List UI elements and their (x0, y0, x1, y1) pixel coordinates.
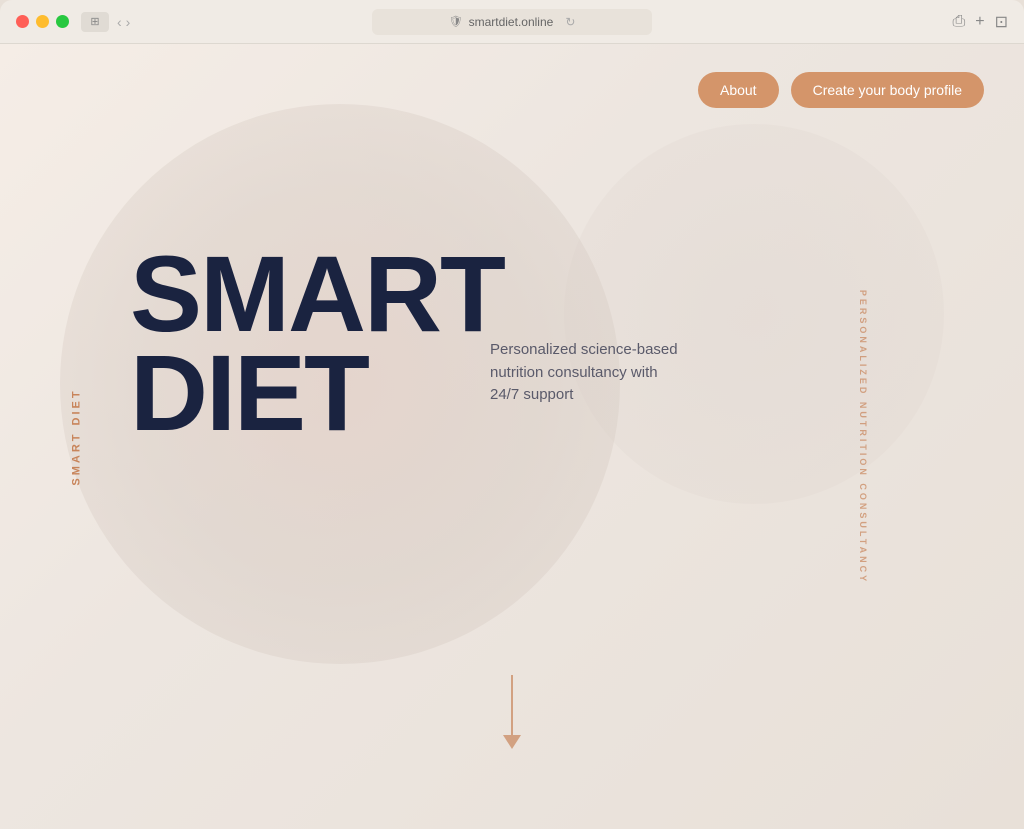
browser-controls: ⊞ (81, 12, 109, 32)
new-tab-icon[interactable]: + (975, 13, 984, 31)
hero-title: SMART DIET (130, 244, 504, 443)
arrow-head (503, 735, 521, 749)
back-arrow[interactable]: ‹ (117, 14, 122, 30)
create-profile-button[interactable]: Create your body profile (791, 72, 984, 108)
shield-icon: 🛡 (449, 15, 463, 28)
bg-circle-right (564, 124, 944, 504)
hero-title-line1: SMART (130, 244, 504, 343)
arrow-line (511, 675, 513, 735)
browser-chrome: ⊞ ‹ › 🛡 smartdiet.online ↻ ⎙ + ⊡ (0, 0, 1024, 44)
forward-arrow[interactable]: › (126, 14, 131, 30)
website-content: SMART DIET PERSONALIZED NUTRITION CONSUL… (0, 44, 1024, 829)
share-icon[interactable]: ⎙ (952, 13, 965, 31)
about-button[interactable]: About (698, 72, 779, 108)
address-bar[interactable]: 🛡 smartdiet.online ↻ (372, 9, 652, 35)
sidebar-label-right: PERSONALIZED NUTRITION CONSULTANCY (858, 289, 868, 583)
url-text: smartdiet.online (469, 15, 554, 29)
nav-arrows: ‹ › (117, 14, 130, 30)
hero-content: SMART DIET (130, 244, 504, 443)
traffic-light-red[interactable] (16, 15, 29, 28)
refresh-icon[interactable]: ↻ (565, 15, 575, 29)
browser-actions: ⎙ + ⊡ (952, 12, 1008, 32)
sidebar-label-left: SMART DIET (71, 388, 83, 485)
hero-title-line2: DIET (130, 343, 504, 442)
hero-subtitle: Personalized science-based nutrition con… (490, 339, 690, 407)
traffic-light-green[interactable] (56, 15, 69, 28)
scroll-arrow[interactable] (503, 675, 521, 749)
hero-subtitle-block: Personalized science-based nutrition con… (490, 339, 690, 407)
tabs-icon[interactable]: ⊡ (995, 12, 1008, 32)
nav-buttons: About Create your body profile (698, 72, 984, 108)
traffic-lights (16, 15, 69, 28)
sidebar-toggle-btn[interactable]: ⊞ (81, 12, 109, 32)
traffic-light-yellow[interactable] (36, 15, 49, 28)
